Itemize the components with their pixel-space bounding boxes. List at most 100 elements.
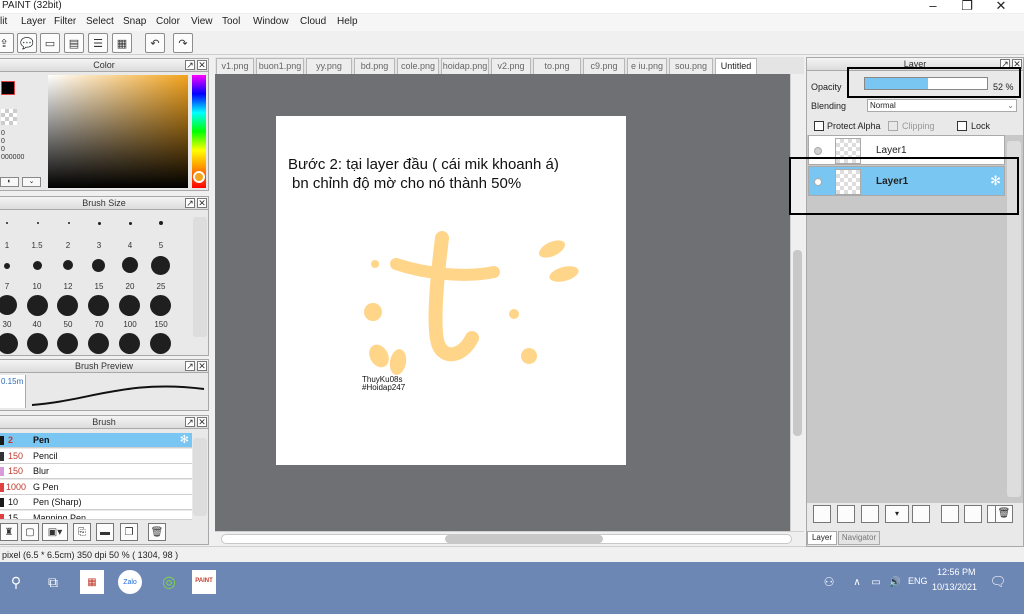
- app-icon-red[interactable]: ▦: [80, 570, 104, 594]
- brush-dot[interactable]: [37, 222, 39, 224]
- menu-window[interactable]: Window: [253, 16, 289, 27]
- brush-dot[interactable]: [98, 222, 101, 225]
- menu-view[interactable]: View: [191, 16, 213, 27]
- brush-dot[interactable]: [68, 222, 70, 224]
- undock-icon[interactable]: ↗: [185, 417, 195, 427]
- zalo-icon[interactable]: Zalo: [118, 570, 142, 594]
- menu-cloud[interactable]: Cloud: [300, 16, 326, 27]
- brush-dot[interactable]: [33, 261, 42, 270]
- brush-dot[interactable]: [129, 222, 132, 225]
- close-icon[interactable]: ✕: [197, 198, 207, 208]
- search-icon[interactable]: ⚲: [4, 570, 28, 594]
- brush-item-pencil[interactable]: 150 Pencil: [0, 449, 192, 464]
- vertical-scroll-thumb[interactable]: [793, 250, 802, 436]
- export-icon[interactable]: ⇪: [0, 33, 14, 53]
- brush-size-scrollbar[interactable]: [193, 217, 207, 337]
- menu-layer[interactable]: Layer: [21, 16, 46, 27]
- saturation-value-picker[interactable]: [48, 75, 188, 188]
- menu-help[interactable]: Help: [337, 16, 358, 27]
- brush-dot[interactable]: [63, 260, 73, 270]
- menu-edit[interactable]: lit: [0, 16, 7, 27]
- brush-dot[interactable]: [150, 295, 171, 316]
- brush-dot[interactable]: [150, 333, 171, 354]
- tab-cole[interactable]: cole.png: [397, 58, 439, 74]
- trash-icon[interactable]: 🗑: [995, 505, 1013, 523]
- undock-icon[interactable]: ↗: [185, 60, 195, 70]
- brush-dot[interactable]: [92, 259, 105, 272]
- minimize-button[interactable]: –: [918, 0, 948, 13]
- brush-size-box[interactable]: 0.15m: [0, 375, 26, 408]
- brush-item-pen-sharp[interactable]: 10 Pen (Sharp): [0, 495, 192, 510]
- brush-list-scrollbar[interactable]: [193, 438, 207, 516]
- swap-icon[interactable]: ⌄: [22, 177, 41, 187]
- brush-dot[interactable]: [4, 263, 10, 269]
- brush-dot[interactable]: [57, 333, 78, 354]
- tab-buon1[interactable]: buon1.png: [256, 58, 304, 74]
- tab-hoidap[interactable]: hoidap.png: [441, 58, 489, 74]
- people-icon[interactable]: ⚇: [817, 570, 841, 594]
- speech-bubble-icon[interactable]: 💬: [17, 33, 37, 53]
- close-icon[interactable]: ✕: [197, 60, 207, 70]
- trash-icon[interactable]: 🗑: [148, 523, 166, 541]
- menu-filter[interactable]: Filter: [54, 16, 76, 27]
- tab-layer[interactable]: Layer: [807, 531, 837, 545]
- document-canvas[interactable]: Bước 2: tại layer đầu ( cái mik khoanh á…: [276, 116, 626, 465]
- brush-dot[interactable]: [151, 256, 170, 275]
- hue-handle[interactable]: [193, 171, 205, 183]
- task-view-icon[interactable]: ⧉: [41, 570, 65, 594]
- menu-snap[interactable]: Snap: [123, 16, 146, 27]
- brush-item-g-pen[interactable]: 1000 G Pen: [0, 480, 192, 495]
- brush-item-pen[interactable]: 2 Pen ✻: [0, 433, 192, 448]
- color-wheel-icon[interactable]: ◐: [0, 177, 19, 187]
- close-icon[interactable]: ✕: [197, 417, 207, 427]
- tab-yy[interactable]: yy.png: [306, 58, 352, 74]
- brush-dot[interactable]: [27, 295, 48, 316]
- new-layer-icon[interactable]: [813, 505, 831, 523]
- undo-icon[interactable]: ↶: [145, 33, 165, 53]
- canvas-vertical-scrollbar[interactable]: [790, 74, 804, 531]
- maximize-button[interactable]: ❐: [952, 0, 982, 14]
- menu-color[interactable]: Color: [156, 16, 180, 27]
- brush-dot[interactable]: [6, 222, 8, 224]
- brush-dot[interactable]: [88, 295, 109, 316]
- menu-select[interactable]: Select: [86, 16, 114, 27]
- tab-e-iu[interactable]: e iu.png: [627, 58, 667, 74]
- brush-dot[interactable]: [88, 333, 109, 354]
- brush-dot[interactable]: [119, 333, 140, 354]
- layer-visibility-icon[interactable]: [814, 147, 822, 155]
- browser-icon[interactable]: ◎: [157, 570, 181, 594]
- transparent-swatch[interactable]: [1, 109, 17, 125]
- lock-checkbox[interactable]: [957, 121, 967, 131]
- tab-sou[interactable]: sou.png: [669, 58, 713, 74]
- blending-select[interactable]: Normal ⌄: [867, 99, 1017, 112]
- tab-v1[interactable]: v1.png: [216, 58, 254, 74]
- brush-dot[interactable]: [119, 295, 140, 316]
- document-icon[interactable]: ▤: [64, 33, 84, 53]
- close-icon[interactable]: ✕: [197, 361, 207, 371]
- canvas-horizontal-scrollbar[interactable]: [215, 531, 804, 545]
- brush-copy-icon[interactable]: ⎘: [73, 523, 91, 541]
- brush-dot[interactable]: [57, 295, 78, 316]
- primary-color-swatch[interactable]: [1, 81, 15, 95]
- gear-icon[interactable]: ✻: [180, 433, 189, 447]
- brush-dot[interactable]: [159, 221, 163, 225]
- protect-alpha-checkbox[interactable]: [814, 121, 824, 131]
- brush-item-mapping-pen[interactable]: 15 Mapping Pen: [0, 511, 192, 520]
- volume-icon[interactable]: 🔊: [883, 570, 907, 594]
- message-icon[interactable]: ▭: [40, 33, 60, 53]
- brush-tool-icon[interactable]: ♜: [0, 523, 18, 541]
- folder-icon[interactable]: ▬: [96, 523, 114, 541]
- new-raster-layer-icon[interactable]: [861, 505, 879, 523]
- redo-icon[interactable]: ↷: [173, 33, 193, 53]
- list-icon[interactable]: ☰: [88, 33, 108, 53]
- clipping-checkbox[interactable]: [888, 121, 898, 131]
- new-brush-icon[interactable]: ▢: [21, 523, 39, 541]
- tab-untitled[interactable]: Untitled: [715, 58, 757, 74]
- undock-icon[interactable]: ↗: [185, 361, 195, 371]
- duplicate-layer-icon[interactable]: [941, 505, 959, 523]
- tab-navigator[interactable]: Navigator: [838, 531, 880, 545]
- paint-app-icon[interactable]: PAINT: [192, 570, 216, 594]
- tab-bd[interactable]: bd.png: [354, 58, 395, 74]
- menu-tool[interactable]: Tool: [222, 16, 240, 27]
- notification-icon[interactable]: 🗨: [986, 570, 1010, 594]
